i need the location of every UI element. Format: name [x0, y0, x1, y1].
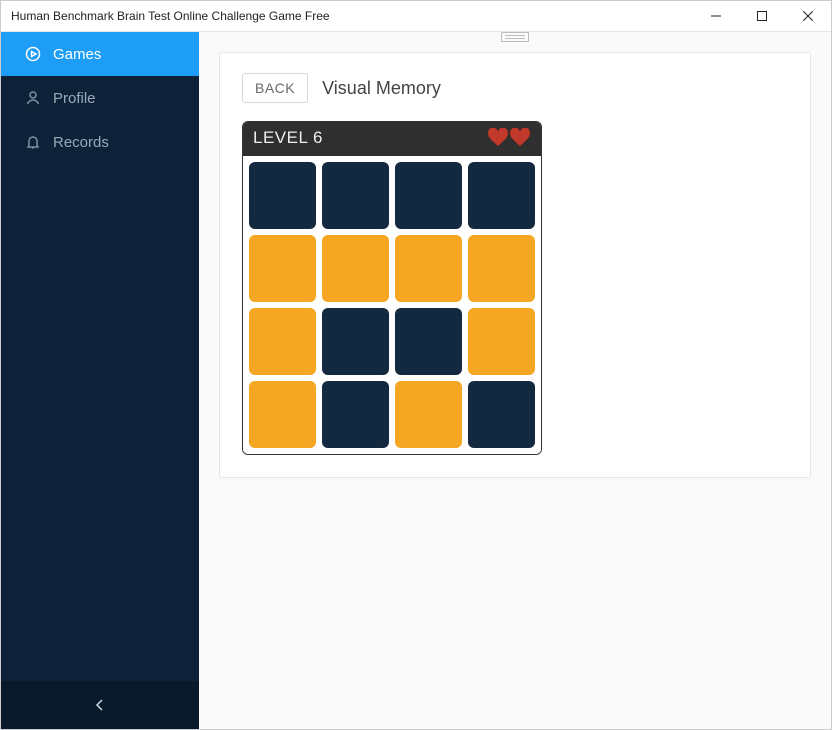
memory-tile[interactable] [322, 381, 389, 448]
sidebar-item-label: Games [53, 46, 101, 63]
window-controls [693, 1, 831, 31]
memory-tile[interactable] [395, 308, 462, 375]
window-title: Human Benchmark Brain Test Online Challe… [1, 9, 330, 23]
memory-tile[interactable] [249, 381, 316, 448]
memory-tile[interactable] [395, 381, 462, 448]
lives-container [487, 128, 531, 148]
sidebar-collapse-button[interactable] [1, 681, 199, 729]
memory-tile[interactable] [322, 235, 389, 302]
maximize-icon [757, 11, 767, 21]
play-circle-icon [25, 46, 41, 62]
person-icon [25, 90, 41, 106]
memory-tile[interactable] [395, 235, 462, 302]
heart-icon [487, 128, 509, 148]
memory-tile[interactable] [249, 235, 316, 302]
memory-tile[interactable] [468, 162, 535, 229]
close-icon [803, 11, 813, 21]
game-status-bar: LEVEL 6 [243, 122, 541, 156]
memory-tile[interactable] [395, 162, 462, 229]
window-titlebar: Human Benchmark Brain Test Online Challe… [1, 1, 831, 32]
sidebar-item-profile[interactable]: Profile [1, 76, 199, 120]
memory-tile[interactable] [468, 381, 535, 448]
memory-tile[interactable] [249, 308, 316, 375]
game-board: LEVEL 6 [242, 121, 542, 455]
memory-tile[interactable] [322, 162, 389, 229]
content-area: BACK Visual Memory LEVEL 6 [199, 32, 831, 729]
game-card: BACK Visual Memory LEVEL 6 [219, 52, 811, 478]
main-area: Games Profile Records BACK Visual Memory [1, 32, 831, 729]
memory-grid [243, 156, 541, 454]
page-title: Visual Memory [322, 78, 441, 99]
bell-icon [25, 134, 41, 150]
heart-icon [509, 128, 531, 148]
level-label: LEVEL 6 [253, 128, 323, 148]
chevron-left-icon [94, 699, 106, 711]
minimize-icon [711, 11, 721, 21]
sidebar-item-label: Records [53, 134, 109, 151]
sidebar-item-records[interactable]: Records [1, 120, 199, 164]
close-button[interactable] [785, 1, 831, 31]
back-button[interactable]: BACK [242, 73, 308, 103]
sidebar-item-games[interactable]: Games [1, 32, 199, 76]
card-header: BACK Visual Memory [242, 73, 788, 103]
sidebar-item-label: Profile [53, 90, 96, 107]
memory-tile[interactable] [322, 308, 389, 375]
memory-tile[interactable] [249, 162, 316, 229]
memory-tile[interactable] [468, 235, 535, 302]
minimize-button[interactable] [693, 1, 739, 31]
sidebar: Games Profile Records [1, 32, 199, 729]
memory-tile[interactable] [468, 308, 535, 375]
maximize-button[interactable] [739, 1, 785, 31]
drag-handle-icon[interactable] [501, 32, 529, 42]
